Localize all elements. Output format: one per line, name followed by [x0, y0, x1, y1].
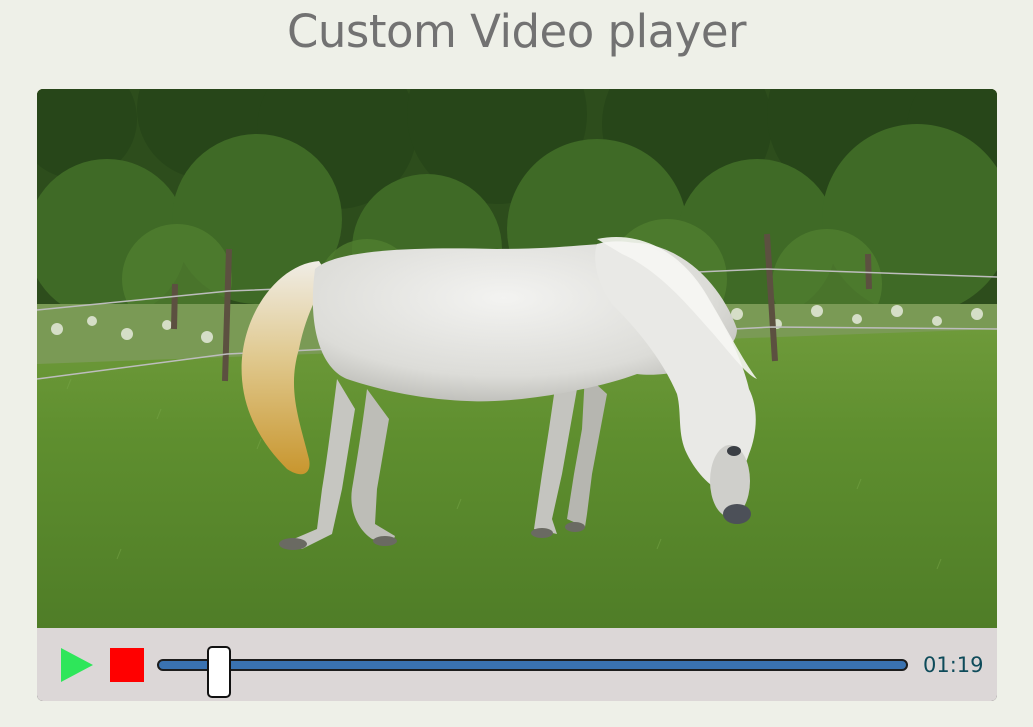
video-controls: 01:19 — [37, 628, 997, 701]
progress-thumb[interactable] — [206, 646, 231, 698]
play-icon[interactable] — [59, 647, 95, 683]
time-display: 01:19 — [923, 653, 984, 677]
stop-icon[interactable] — [110, 648, 144, 682]
video-frame[interactable] — [37, 89, 997, 628]
page-title: Custom Video player — [286, 5, 747, 58]
progress-slider[interactable] — [157, 646, 908, 698]
video-player: 01:19 — [37, 89, 997, 701]
